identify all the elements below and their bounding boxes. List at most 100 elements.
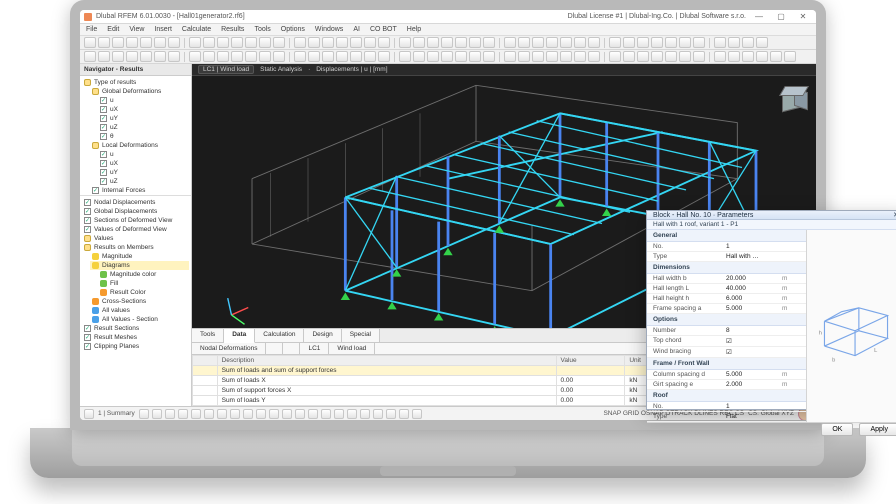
- status-toggle[interactable]: [386, 409, 396, 419]
- checkbox-icon[interactable]: [100, 178, 107, 185]
- toolbar-button[interactable]: [336, 37, 348, 48]
- color-swatch-icon[interactable]: [92, 307, 99, 314]
- toolbar-button[interactable]: [126, 51, 138, 62]
- tree-item[interactable]: Type of results: [82, 78, 189, 87]
- tree-item[interactable]: All values: [90, 306, 189, 315]
- toolbar-button[interactable]: [532, 37, 544, 48]
- prop-row[interactable]: Girt spacing e2.000m: [647, 380, 806, 390]
- toolbar-button[interactable]: [560, 51, 572, 62]
- toolbar-button[interactable]: [441, 51, 453, 62]
- properties-grid[interactable]: GeneralNo.1TypeHall with …DimensionsHall…: [647, 230, 807, 422]
- toolbar-button[interactable]: [364, 51, 376, 62]
- toolbar-button[interactable]: [294, 51, 306, 62]
- toolbar-button[interactable]: [693, 51, 705, 62]
- toolbar-button[interactable]: [742, 37, 754, 48]
- color-swatch-icon[interactable]: [100, 280, 107, 287]
- status-toggle[interactable]: [230, 409, 240, 419]
- toolbar-button[interactable]: [469, 37, 481, 48]
- status-toggle[interactable]: [191, 409, 201, 419]
- folder-icon[interactable]: [84, 244, 91, 251]
- status-toggle[interactable]: [256, 409, 266, 419]
- navigator-tree-top[interactable]: Type of resultsGlobal DeformationsuuXuYu…: [80, 76, 191, 196]
- toolbar-button[interactable]: [518, 37, 530, 48]
- tree-item[interactable]: Internal Forces: [90, 186, 189, 195]
- toolbar-button[interactable]: [84, 37, 96, 48]
- tree-item[interactable]: uZ: [98, 123, 189, 132]
- minimize-button[interactable]: —: [750, 12, 768, 21]
- folder-icon[interactable]: [92, 142, 99, 149]
- toolbar-button[interactable]: [455, 37, 467, 48]
- tab-design[interactable]: Design: [304, 329, 341, 342]
- toolbar-button[interactable]: [364, 37, 376, 48]
- toolbar-button[interactable]: [231, 51, 243, 62]
- toolbar-button[interactable]: [623, 37, 635, 48]
- status-toggle[interactable]: [321, 409, 331, 419]
- tree-item[interactable]: Result Sections: [82, 324, 189, 333]
- tree-item[interactable]: All Values - Section: [90, 315, 189, 324]
- toolbar-button[interactable]: [651, 37, 663, 48]
- status-toggle[interactable]: [360, 409, 370, 419]
- status-toggle[interactable]: [178, 409, 188, 419]
- tree-item[interactable]: uX: [98, 105, 189, 114]
- menu-view[interactable]: View: [129, 26, 144, 33]
- tab-calculation[interactable]: Calculation: [255, 329, 304, 342]
- status-toggle[interactable]: [139, 409, 149, 419]
- menu-help[interactable]: Help: [407, 26, 421, 33]
- toolbar-button[interactable]: [665, 51, 677, 62]
- menu-windows[interactable]: Windows: [315, 26, 343, 33]
- prop-row[interactable]: Hall width b20.000m: [647, 274, 806, 284]
- toolbar-button[interactable]: [168, 37, 180, 48]
- toolbar-button[interactable]: [532, 51, 544, 62]
- apply-button[interactable]: Apply: [859, 423, 896, 436]
- status-toggle[interactable]: [308, 409, 318, 419]
- toolbar-button[interactable]: [84, 51, 96, 62]
- toolbar-button[interactable]: [588, 51, 600, 62]
- prop-row[interactable]: Frame spacing a5.000m: [647, 304, 806, 314]
- prop-row[interactable]: Top chord☑: [647, 336, 806, 347]
- toolbar-button[interactable]: [308, 37, 320, 48]
- toolbar-button[interactable]: [504, 37, 516, 48]
- toolbar-button[interactable]: [322, 51, 334, 62]
- tree-item[interactable]: Result Meshes: [82, 333, 189, 342]
- toolbar-button[interactable]: [427, 51, 439, 62]
- status-toggle[interactable]: [269, 409, 279, 419]
- toolbar-button[interactable]: [203, 37, 215, 48]
- prop-section-header[interactable]: Dimensions: [647, 262, 806, 274]
- checkbox-icon[interactable]: [84, 226, 91, 233]
- status-toggle[interactable]: [295, 409, 305, 419]
- tree-item[interactable]: Diagrams: [90, 261, 189, 270]
- tree-item[interactable]: uZ: [98, 177, 189, 186]
- status-toggle[interactable]: [243, 409, 253, 419]
- toolbar-button[interactable]: [259, 51, 271, 62]
- toolbar-button[interactable]: [217, 37, 229, 48]
- tree-item[interactable]: Local Deformations: [90, 141, 189, 150]
- prop-row[interactable]: TypeFlat: [647, 412, 806, 422]
- nav-cube[interactable]: [776, 82, 810, 116]
- tree-item[interactable]: Clipping Planes: [82, 342, 189, 351]
- toolbar-button[interactable]: [588, 37, 600, 48]
- toolbar-button[interactable]: [714, 37, 726, 48]
- tree-item[interactable]: Magnitude: [90, 252, 189, 261]
- toolbar-button[interactable]: [273, 37, 285, 48]
- status-toggle[interactable]: [152, 409, 162, 419]
- checkbox-icon[interactable]: [84, 217, 91, 224]
- prop-row[interactable]: Column spacing d5.000m: [647, 370, 806, 380]
- tab-data[interactable]: Data: [224, 329, 255, 343]
- menu-results[interactable]: Results: [221, 26, 244, 33]
- toolbar-button[interactable]: [469, 51, 481, 62]
- checkbox-icon[interactable]: [100, 151, 107, 158]
- tree-item[interactable]: uY: [98, 114, 189, 123]
- toolbar-button[interactable]: [350, 51, 362, 62]
- prop-row[interactable]: Hall height h6.000m: [647, 294, 806, 304]
- close-button[interactable]: ✕: [794, 12, 812, 21]
- toolbar-button[interactable]: [637, 37, 649, 48]
- tree-item[interactable]: Nodal Displacements: [82, 198, 189, 207]
- ok-button[interactable]: OK: [821, 423, 853, 436]
- toolbar-button[interactable]: [546, 51, 558, 62]
- status-toggle[interactable]: [165, 409, 175, 419]
- menu-co-bot[interactable]: CO BOT: [370, 26, 397, 33]
- toolbar-button[interactable]: [609, 51, 621, 62]
- toolbar-button[interactable]: [413, 37, 425, 48]
- status-toggle[interactable]: [347, 409, 357, 419]
- toolbar-button[interactable]: [154, 51, 166, 62]
